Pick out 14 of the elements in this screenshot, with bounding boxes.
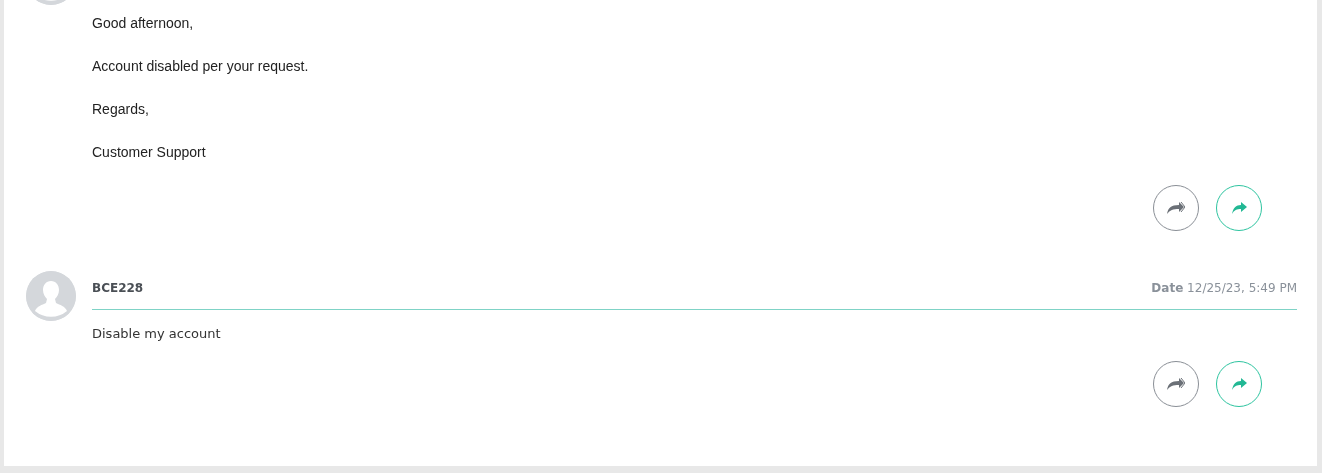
message-text: Customer Support <box>92 143 207 162</box>
reply-all-button[interactable] <box>1153 361 1199 407</box>
message-date: Date 12/25/23, 5:49 PM <box>1151 280 1297 297</box>
reply-all-button[interactable] <box>1153 185 1199 231</box>
message-text: Disable my account <box>92 325 222 343</box>
message-text: Account disabled per your request. <box>92 57 310 76</box>
author-name: BCE228 <box>92 280 144 297</box>
reply-icon <box>1231 202 1247 214</box>
reply-all-icon <box>1167 378 1185 390</box>
avatar-icon <box>26 271 76 321</box>
message-text: Good afternoon, <box>92 14 195 33</box>
reply-icon <box>1231 378 1247 390</box>
reply-all-icon <box>1167 202 1185 214</box>
message-text: Regards, <box>92 100 150 119</box>
